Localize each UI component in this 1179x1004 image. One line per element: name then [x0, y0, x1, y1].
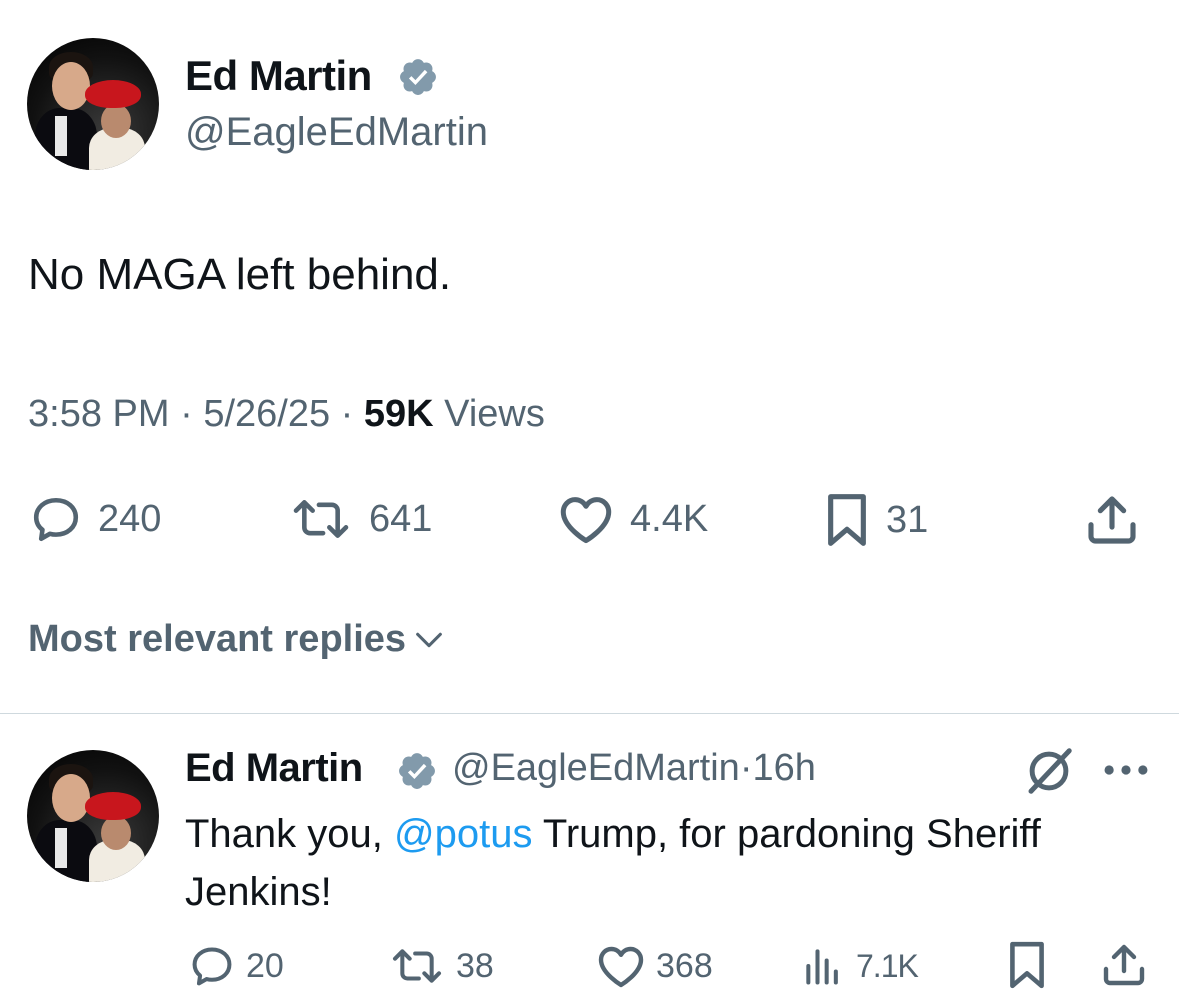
verified-badge-icon: [400, 59, 436, 95]
tweet-meta: 3:58 PM · 5/26/25 · 59K Views: [28, 393, 545, 435]
reply-like-button[interactable]: 368: [596, 944, 713, 988]
reply-bookmark-button[interactable]: [1006, 940, 1048, 990]
views-count: 59K: [363, 393, 434, 435]
repost-button[interactable]: 641: [287, 494, 432, 544]
like-button[interactable]: 4.4K: [556, 494, 708, 544]
bookmark-count: 31: [886, 498, 929, 541]
tweet-time[interactable]: 3:58 PM: [28, 393, 170, 435]
verified-badge-icon: [399, 753, 435, 789]
views-label: Views: [444, 393, 545, 435]
reply-repost-count: 38: [456, 946, 494, 985]
reply-share-button[interactable]: [1100, 940, 1148, 990]
reply-reply-count: 20: [246, 946, 284, 985]
reply-button[interactable]: 240: [28, 494, 161, 544]
more-icon[interactable]: [1103, 760, 1149, 780]
share-icon: [1088, 496, 1136, 544]
like-icon: [560, 497, 612, 544]
bookmark-icon: [828, 494, 866, 546]
author-name[interactable]: Ed Martin: [185, 52, 372, 100]
like-count: 4.4K: [630, 497, 709, 540]
grok-icon[interactable]: [1022, 744, 1076, 798]
share-button[interactable]: [1084, 492, 1140, 548]
reply-icon: [33, 497, 79, 542]
bookmark-button[interactable]: 31: [822, 492, 928, 548]
reply-separator: ·: [739, 747, 753, 789]
reply-like-count: 368: [656, 946, 713, 985]
views-icon: [806, 949, 838, 985]
replies-sort-dropdown[interactable]: Most relevant replies: [28, 618, 446, 661]
author-handle[interactable]: @EagleEdMartin: [185, 110, 488, 155]
share-icon: [1103, 944, 1145, 986]
reply-text-before: Thank you,: [185, 812, 395, 856]
reply-age[interactable]: 16h: [752, 747, 815, 789]
bookmark-icon: [1010, 941, 1044, 989]
reply-count: 240: [98, 497, 162, 540]
reply-views-button[interactable]: 7.1K: [800, 944, 919, 988]
tweet-text: No MAGA left behind.: [28, 250, 452, 299]
chevron-down-icon: [416, 632, 442, 647]
repost-icon: [293, 500, 349, 538]
repost-icon: [392, 949, 442, 983]
reply-handle-line: @EagleEdMartin·16h: [452, 747, 816, 790]
replies-sort-label: Most relevant replies: [28, 618, 407, 660]
reply-reply-button[interactable]: 20: [188, 944, 284, 988]
author-avatar[interactable]: [27, 38, 159, 170]
like-icon: [598, 946, 644, 988]
reply-text: Thank you, @potus Trump, for pardoning S…: [185, 805, 1165, 921]
reply-author-name[interactable]: Ed Martin: [185, 746, 363, 791]
reply-views-count: 7.1K: [856, 947, 919, 984]
divider: [0, 713, 1179, 714]
repost-count: 641: [369, 497, 433, 540]
reply-author-handle[interactable]: @EagleEdMartin: [452, 747, 740, 789]
reply-repost-button[interactable]: 38: [388, 944, 494, 988]
mention-link[interactable]: @potus: [394, 812, 532, 856]
reply-icon: [192, 947, 232, 986]
reply-author-avatar[interactable]: [27, 750, 159, 882]
tweet-date[interactable]: 5/26/25: [203, 393, 330, 435]
